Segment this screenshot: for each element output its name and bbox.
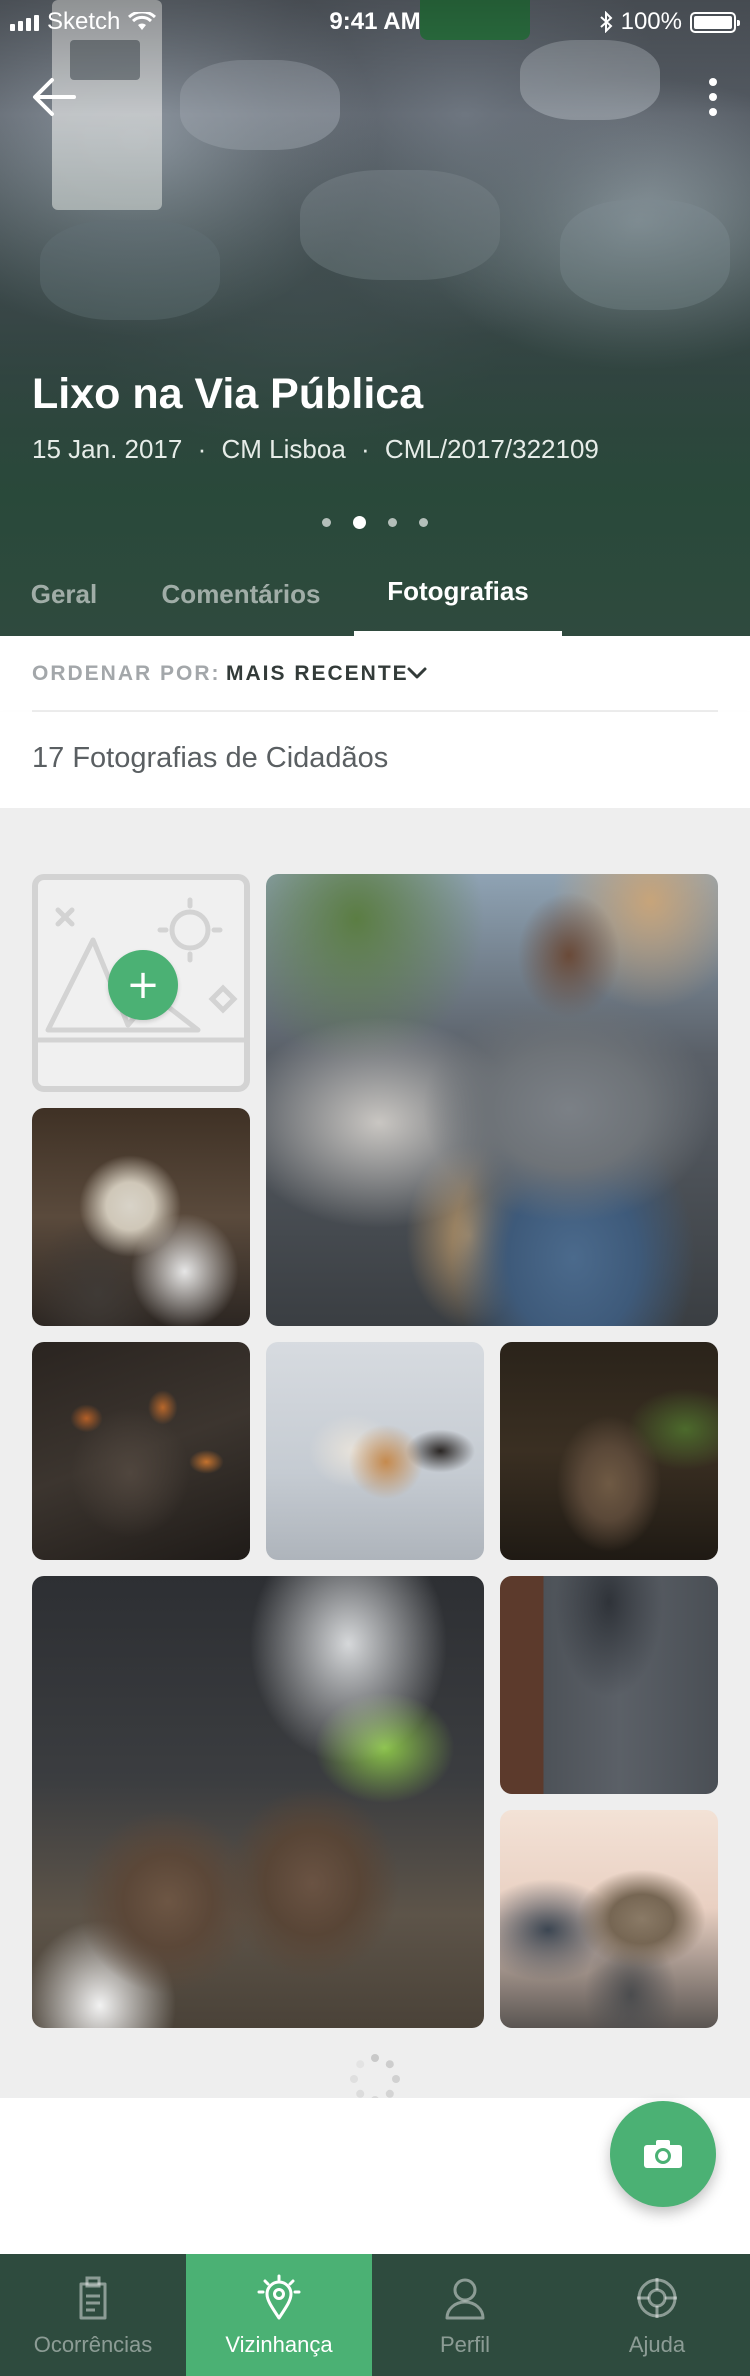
photo-thumbnail-bins[interactable] [500,1576,718,1794]
nav-item-vizinhanca[interactable]: Vizinhança [186,2254,372,2376]
occurrence-entity: CM Lisboa [221,434,346,464]
tab-geral[interactable]: Geral [18,552,110,636]
bluetooth-icon [599,11,613,33]
tab-bar: Geral Comentários Fotografias [0,552,750,636]
photo-thumbnail-rat[interactable] [500,1342,718,1560]
hero-overlay [0,0,750,636]
photo-count-bar: 17 Fotografias de Cidadãos [0,712,750,808]
back-arrow-icon[interactable] [28,70,82,124]
chevron-down-icon[interactable] [406,664,428,682]
plus-icon[interactable]: + [108,950,178,1020]
add-photo-fab[interactable] [610,2101,716,2207]
photo-gallery: + [0,808,750,2104]
tab-fotografias[interactable]: Fotografias [354,552,562,636]
nav-label: Ocorrências [33,2332,153,2357]
tab-comentarios[interactable]: Comentários [146,552,336,636]
add-photo-tile[interactable]: + [32,874,250,1092]
photo-thumbnail-man[interactable] [266,874,718,1326]
bottom-nav: Ocorrências Vizinhança Perfil Ajuda [0,2254,750,2376]
photo-thumbnail-maggots[interactable] [32,1342,250,1560]
photo-count: 17 Fotografias de Cidadãos [32,742,389,774]
photo-thumbnail-cat-on-bin[interactable] [500,1810,718,2028]
nav-label: Vizinhança [225,2332,333,2357]
meta-separator: · [197,434,207,464]
carousel-dot[interactable] [388,518,397,527]
nav-item-ocorrencias[interactable]: Ocorrências [0,2254,186,2376]
carousel-dot-active[interactable] [353,516,366,529]
photo-thumbnail-cat[interactable] [266,1342,484,1560]
sort-bar: ORDENAR POR: MAIS RECENTE [0,636,750,710]
hero-header: Sketch 9:41 AM 100% Lixo na Via Pública … [0,0,750,636]
page-title: Lixo na Via Pública [32,370,424,418]
battery-icon [690,11,740,33]
carousel-dot[interactable] [419,518,428,527]
user-icon [445,2278,485,2320]
photo-thumbnail-rats[interactable] [32,1576,484,2028]
lifebuoy-icon [637,2278,677,2318]
location-pin-icon [257,2274,301,2320]
nav-label: Perfil [439,2332,491,2357]
carousel-indicator [0,516,750,529]
occurrence-reference: CML/2017/322109 [384,434,599,464]
sort-label: ORDENAR POR: [32,662,221,685]
battery-label: 100% [620,8,682,35]
more-options-icon[interactable] [698,70,728,124]
nav-item-ajuda[interactable]: Ajuda [564,2254,750,2376]
meta-separator: · [361,434,370,464]
nav-label: Ajuda [628,2332,686,2357]
photo-thumbnail-dog[interactable] [32,1108,250,1326]
occurrence-meta: 15 Jan. 2017 · CM Lisboa · CML/2017/3221… [32,434,599,465]
sort-dropdown[interactable]: MAIS RECENTE [226,662,409,686]
status-bar: Sketch 9:41 AM 100% [0,0,750,44]
occurrence-date: 15 Jan. 2017 [32,434,183,464]
document-icon [79,2276,107,2320]
camera-icon [644,2140,682,2168]
carousel-dot[interactable] [322,518,331,527]
nav-item-perfil[interactable]: Perfil [372,2254,558,2376]
